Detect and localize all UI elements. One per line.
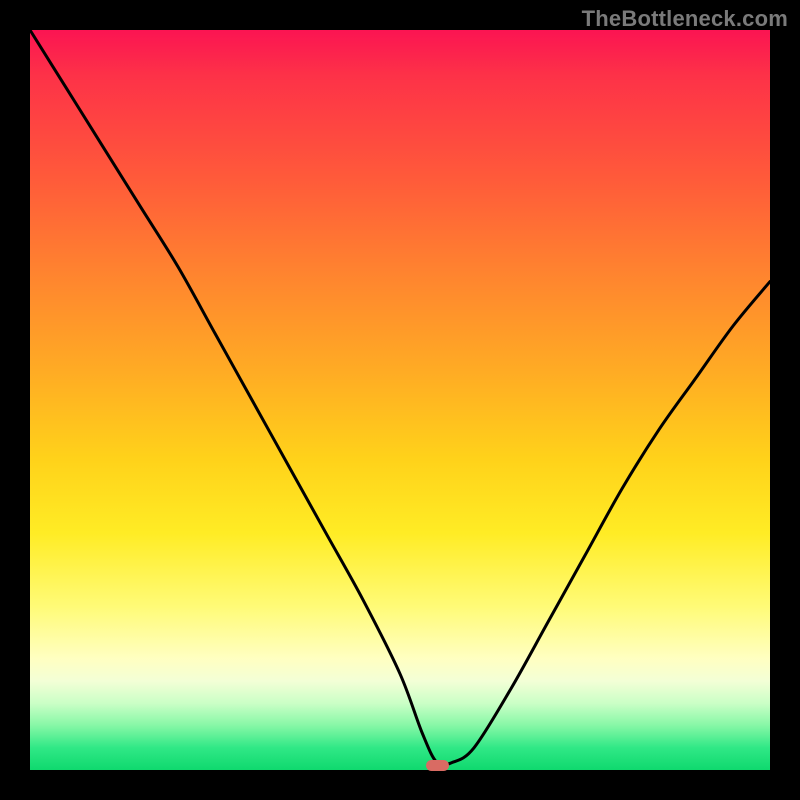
chart-frame: TheBottleneck.com [0, 0, 800, 800]
plot-area [30, 30, 770, 770]
optimal-marker [426, 760, 449, 771]
bottleneck-curve [30, 30, 770, 770]
watermark-text: TheBottleneck.com [582, 6, 788, 32]
